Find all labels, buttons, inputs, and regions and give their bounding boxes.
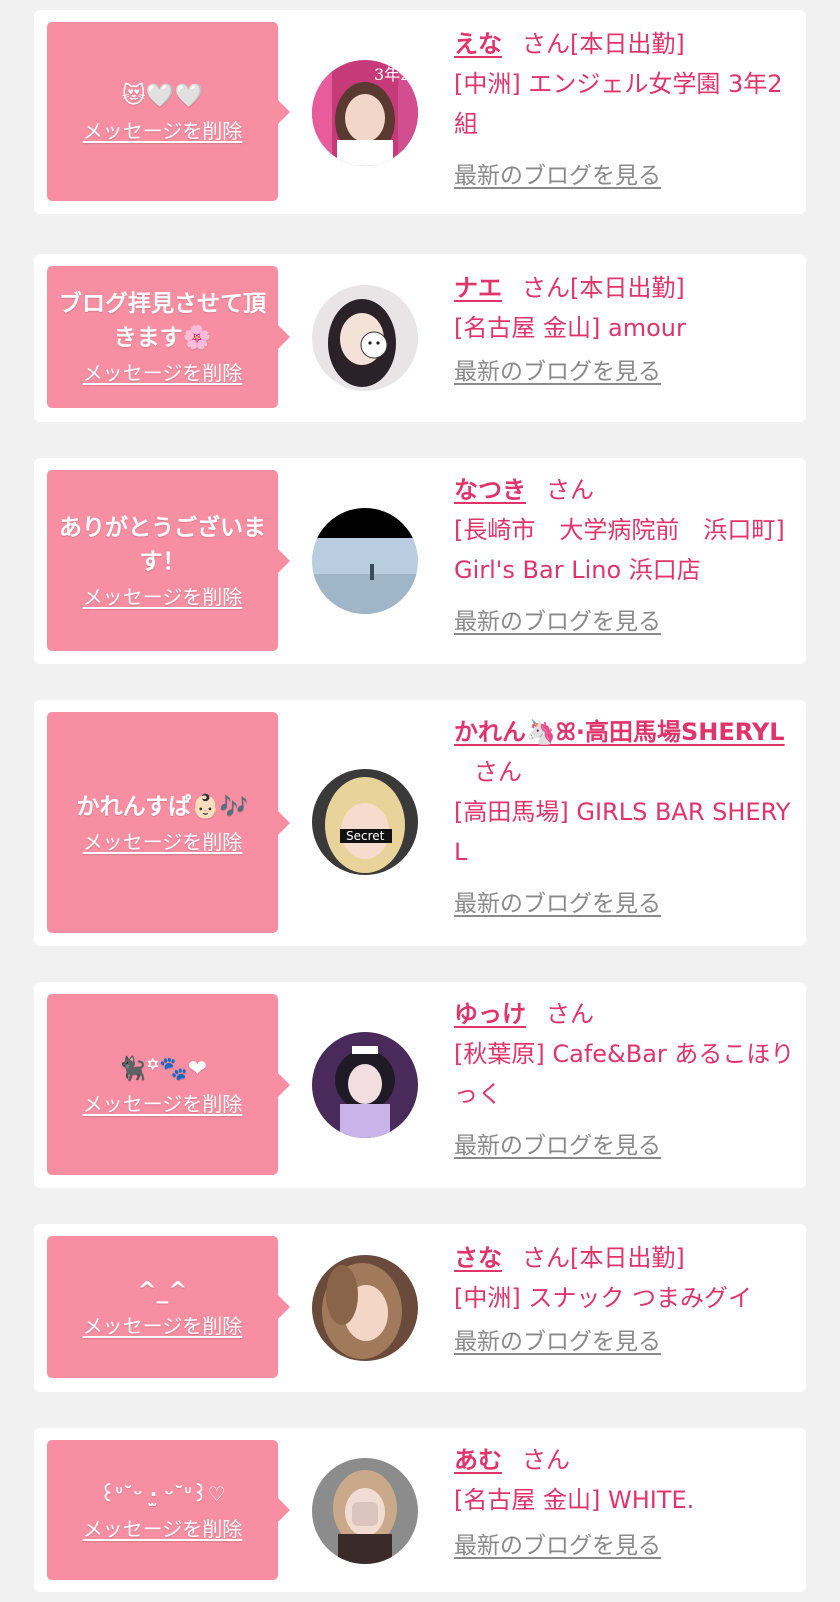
message-card: ありがとうございます！ メッセージを削除 なつき さん [長崎市 大学病院前 浜口… (34, 458, 806, 664)
shop-name: [秋葉原] Cafe&Bar あるこほりっく (454, 1040, 795, 1108)
message-card: ^_^ メッセージを削除 さな さん[本日出勤] [中洲] スナック つまみグイ … (34, 1224, 806, 1392)
honorific: さん (546, 1000, 594, 1028)
cast-info: かれん🦄ꕤ·高田馬場SHERYL さん [高田馬場] GIRLS BAR SHER… (454, 712, 799, 924)
latest-blog-link[interactable]: 最新のブログを見る (454, 884, 661, 924)
honorific: さん (522, 1244, 570, 1272)
avatar[interactable]: 3年2 (312, 60, 418, 166)
message-bubble: かれんすぱ👶🏻🎶 メッセージを削除 (47, 712, 290, 933)
message-bubble: ありがとうございます！ メッセージを削除 (47, 470, 290, 651)
delete-message-link[interactable]: メッセージを削除 (83, 117, 243, 145)
cast-info: なつき さん [長崎市 大学病院前 浜口町] Girl's Bar Lino 浜口… (454, 470, 799, 642)
avatar-photo: 3年2 (312, 60, 418, 166)
message-bubble: 🐈‍⬛꙳🐾❤ メッセージを削除 (47, 994, 290, 1175)
avatar[interactable] (312, 508, 418, 614)
latest-blog-link[interactable]: 最新のブログを見る (454, 1526, 661, 1566)
cast-name-link[interactable]: さな (454, 1244, 502, 1272)
honorific: さん (546, 476, 594, 504)
shop-name: [長崎市 大学病院前 浜口町] Girl's Bar Lino 浜口店 (454, 516, 785, 584)
shop-name: [中洲] エンジェル女学園 3年2組 (454, 70, 783, 138)
cast-name-line: さな さん[本日出勤] (454, 1238, 799, 1278)
honorific: さん (522, 30, 570, 58)
message-card: かれんすぱ👶🏻🎶 メッセージを削除 Secret かれん🦄ꕤ·高田馬場SHERY… (34, 700, 806, 946)
message-bubble: ブログ拝見させて頂きます🌸 メッセージを削除 (47, 266, 290, 408)
message-bubble: ^_^ メッセージを削除 (47, 1236, 290, 1378)
cast-name-line: ナエ さん[本日出勤] (454, 268, 799, 308)
cast-info: ゆっけ さん [秋葉原] Cafe&Bar あるこほりっく 最新のブログを見る (454, 994, 799, 1166)
message-text: ありがとうございます！ (59, 514, 266, 575)
delete-message-link[interactable]: メッセージを削除 (83, 1515, 243, 1543)
avatar-photo (312, 1255, 418, 1361)
avatar[interactable] (312, 285, 418, 391)
latest-blog-link[interactable]: 最新のブログを見る (454, 156, 661, 196)
svg-text:Secret: Secret (346, 829, 385, 843)
message-text: 🐈‍⬛꙳🐾❤ (117, 1055, 208, 1082)
cast-info: ナエ さん[本日出勤] [名古屋 金山] amour 最新のブログを見る (454, 268, 799, 392)
message-card: ブログ拝見させて頂きます🌸 メッセージを削除 ナエ さん[本日出勤] [名古屋 金… (34, 254, 806, 422)
cast-name-line: かれん🦄ꕤ·高田馬場SHERYL さん (454, 712, 799, 792)
message-text: ^_^ (137, 1278, 188, 1304)
cast-name-link[interactable]: かれん🦄ꕤ·高田馬場SHERYL (454, 718, 785, 746)
avatar-photo (312, 1458, 418, 1564)
latest-blog-link[interactable]: 最新のブログを見る (454, 1322, 661, 1362)
latest-blog-link[interactable]: 最新のブログを見る (454, 1126, 661, 1166)
message-list: 😻🤍🤍 メッセージを削除 3年2 えな さん[本日出勤] [中洲] エンジェル女学… (0, 0, 840, 1602)
avatar-photo (312, 285, 418, 391)
avatar-photo: Secret (312, 769, 418, 875)
honorific: さん (522, 1446, 570, 1474)
status-badge: [本日出勤] (570, 30, 685, 58)
cast-info: えな さん[本日出勤] [中洲] エンジェル女学園 3年2組 最新のブログを見る (454, 24, 799, 196)
delete-message-link[interactable]: メッセージを削除 (83, 1312, 243, 1340)
avatar[interactable] (312, 1255, 418, 1361)
cast-name-line: ゆっけ さん (454, 994, 799, 1034)
cast-name-link[interactable]: あむ (454, 1446, 502, 1474)
avatar[interactable]: Secret (312, 769, 418, 875)
shop-name: [高田馬場] GIRLS BAR SHERYL (454, 798, 791, 866)
status-badge: [本日出勤] (570, 274, 685, 302)
avatar[interactable] (312, 1032, 418, 1138)
cast-name-link[interactable]: なつき (454, 476, 526, 504)
honorific: さん (522, 274, 570, 302)
shop-name: [名古屋 金山] WHITE. (454, 1486, 695, 1514)
cast-name-link[interactable]: ゆっけ (454, 1000, 526, 1028)
delete-message-link[interactable]: メッセージを削除 (83, 828, 243, 856)
avatar-photo (312, 508, 418, 614)
cast-info: さな さん[本日出勤] [中洲] スナック つまみグイ 最新のブログを見る (454, 1238, 799, 1362)
delete-message-link[interactable]: メッセージを削除 (83, 1090, 243, 1118)
delete-message-link[interactable]: メッセージを削除 (83, 583, 243, 611)
avatar[interactable] (312, 1458, 418, 1564)
svg-text:3年2: 3年2 (374, 65, 410, 84)
shop-name: [名古屋 金山] amour (454, 314, 686, 342)
cast-info: あむ さん [名古屋 金山] WHITE. 最新のブログを見る (454, 1440, 799, 1566)
latest-blog-link[interactable]: 最新のブログを見る (454, 352, 661, 392)
status-badge: [本日出勤] (570, 1244, 685, 1272)
message-card: 🐈‍⬛꙳🐾❤ メッセージを削除 ゆっけ さん [秋葉原] Cafe&Bar あるこ… (34, 982, 806, 1188)
cast-name-line: なつき さん (454, 470, 799, 510)
message-text: ꒰ᐡ˘ᵕ ·̫ ᵕ˘ᐡ꒱♡ (99, 1482, 226, 1506)
message-bubble: 😻🤍🤍 メッセージを削除 (47, 22, 290, 201)
delete-message-link[interactable]: メッセージを削除 (83, 359, 243, 387)
message-bubble: ꒰ᐡ˘ᵕ ·̫ ᵕ˘ᐡ꒱♡ メッセージを削除 (47, 1440, 290, 1580)
honorific: さん (474, 758, 522, 786)
message-text: ブログ拝見させて頂きます🌸 (59, 291, 266, 351)
shop-name: [中洲] スナック つまみグイ (454, 1284, 752, 1312)
cast-name-link[interactable]: ナエ (454, 274, 502, 302)
message-card: ꒰ᐡ˘ᵕ ·̫ ᵕ˘ᐡ꒱♡ メッセージを削除 あむ さん [名古屋 金山] WHI… (34, 1428, 806, 1592)
message-text: 😻🤍🤍 (121, 82, 204, 109)
latest-blog-link[interactable]: 最新のブログを見る (454, 602, 661, 642)
cast-name-line: あむ さん (454, 1440, 799, 1480)
cast-name-link[interactable]: えな (454, 30, 502, 58)
avatar-photo (312, 1032, 418, 1138)
message-text: かれんすぱ👶🏻🎶 (76, 793, 249, 820)
message-card: 😻🤍🤍 メッセージを削除 3年2 えな さん[本日出勤] [中洲] エンジェル女学… (34, 10, 806, 214)
cast-name-line: えな さん[本日出勤] (454, 24, 799, 64)
